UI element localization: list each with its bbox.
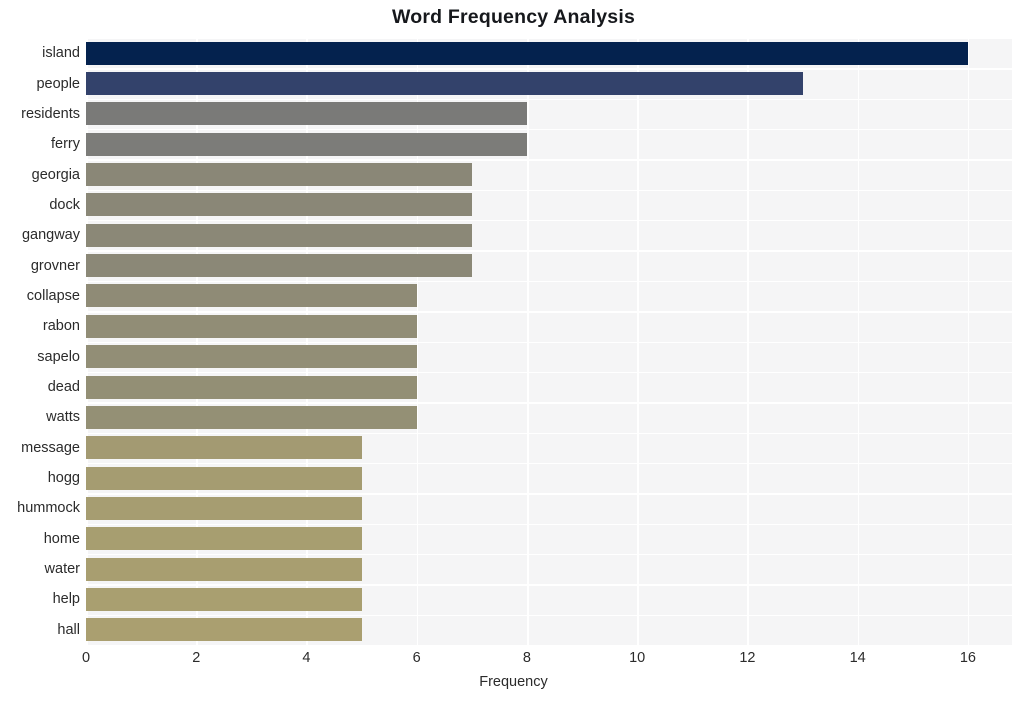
x-axis-tick-label: 0 bbox=[81, 650, 91, 666]
y-axis-tick-label: dead bbox=[47, 379, 80, 396]
y-axis-tick-label: people bbox=[36, 75, 80, 92]
y-axis-tick-label: watts bbox=[46, 409, 80, 426]
horizontal-gridline bbox=[86, 553, 1012, 556]
y-axis-tick-label: grovner bbox=[30, 257, 80, 274]
horizontal-gridline bbox=[86, 493, 1012, 495]
vertical-gridline bbox=[416, 38, 419, 645]
bar bbox=[86, 284, 417, 308]
y-axis-tick-label: sapelo bbox=[37, 348, 80, 365]
y-axis-tick-label: dock bbox=[49, 196, 80, 213]
y-axis-labels: island people residents ferry georgia dock gan… bbox=[0, 38, 80, 645]
x-axis-tick-label: 2 bbox=[192, 650, 201, 666]
y-axis-tick-label: island bbox=[42, 45, 80, 62]
x-axis-title: Frequency bbox=[479, 674, 548, 690]
horizontal-gridline bbox=[86, 189, 1012, 192]
horizontal-gridline bbox=[86, 68, 1012, 70]
bar bbox=[86, 223, 472, 247]
x-axis-tick-label: 4 bbox=[302, 650, 311, 666]
horizontal-gridline bbox=[86, 341, 1012, 343]
y-axis-tick-label: message bbox=[21, 439, 80, 456]
bar bbox=[86, 163, 472, 187]
bar bbox=[86, 587, 362, 611]
bar bbox=[86, 436, 362, 460]
y-axis-tick-label: georgia bbox=[31, 166, 80, 183]
vertical-gridline bbox=[306, 38, 309, 645]
y-axis-tick-label: collapse bbox=[26, 287, 80, 304]
horizontal-gridline bbox=[86, 584, 1012, 586]
x-axis-tick-label: 10 bbox=[629, 650, 646, 666]
bar bbox=[86, 496, 362, 520]
y-axis-tick-label: hogg bbox=[47, 470, 80, 487]
vertical-gridline bbox=[526, 38, 529, 645]
vertical-gridline bbox=[747, 38, 750, 645]
bar bbox=[86, 405, 417, 429]
horizontal-gridline bbox=[86, 371, 1012, 374]
x-axis-tick-label: 14 bbox=[849, 650, 866, 666]
bar bbox=[86, 375, 417, 399]
x-axis-tick-label: 8 bbox=[522, 650, 531, 666]
horizontal-gridline bbox=[86, 311, 1012, 313]
vertical-gridline bbox=[196, 38, 198, 645]
x-axis-tick-label: 12 bbox=[739, 650, 756, 666]
horizontal-gridline bbox=[86, 129, 1012, 131]
y-axis-tick-label: rabon bbox=[42, 318, 80, 335]
horizontal-gridline bbox=[86, 98, 1012, 101]
bar bbox=[86, 102, 527, 126]
horizontal-gridline bbox=[86, 402, 1012, 404]
bar bbox=[86, 132, 527, 156]
y-axis-tick-label: hall bbox=[57, 621, 80, 638]
y-axis-tick-label: ferry bbox=[51, 136, 80, 153]
bar bbox=[86, 314, 417, 338]
horizontal-gridline bbox=[86, 432, 1012, 434]
chart-title: Word Frequency Analysis bbox=[392, 6, 635, 28]
bar bbox=[86, 557, 362, 581]
horizontal-gridline bbox=[86, 159, 1012, 161]
bar bbox=[86, 72, 803, 96]
vertical-gridline bbox=[86, 38, 88, 645]
vertical-gridline bbox=[857, 38, 860, 645]
horizontal-gridline bbox=[86, 250, 1012, 252]
horizontal-gridline bbox=[86, 220, 1012, 222]
horizontal-gridline bbox=[86, 38, 1012, 40]
horizontal-gridline bbox=[86, 523, 1012, 525]
vertical-gridline bbox=[967, 38, 970, 645]
bar bbox=[86, 254, 472, 278]
bar bbox=[86, 345, 417, 369]
bar bbox=[86, 527, 362, 551]
y-axis-tick-label: residents bbox=[21, 105, 80, 122]
horizontal-gridline bbox=[86, 462, 1012, 465]
bar bbox=[86, 193, 472, 217]
y-axis-tick-label: home bbox=[43, 530, 80, 547]
x-axis-tick-labels: 0 2 4 6 8 10 12 14 16 bbox=[82, 650, 1012, 670]
plot-area bbox=[86, 38, 1012, 645]
bar bbox=[86, 41, 968, 65]
bar bbox=[86, 618, 362, 642]
y-axis-tick-label: water bbox=[44, 561, 80, 578]
x-axis-tick-label: 6 bbox=[412, 650, 421, 666]
y-axis-tick-label: gangway bbox=[21, 227, 80, 244]
horizontal-gridline bbox=[86, 614, 1012, 617]
y-axis-tick-label: help bbox=[52, 591, 80, 608]
y-axis-tick-label: hummock bbox=[17, 500, 80, 517]
bar bbox=[86, 466, 362, 490]
horizontal-gridline bbox=[86, 280, 1012, 283]
word-frequency-chart: Word Frequency Analysis island people resi… bbox=[0, 0, 1027, 701]
vertical-gridline bbox=[637, 38, 639, 645]
x-axis-tick-label: 16 bbox=[959, 650, 976, 666]
